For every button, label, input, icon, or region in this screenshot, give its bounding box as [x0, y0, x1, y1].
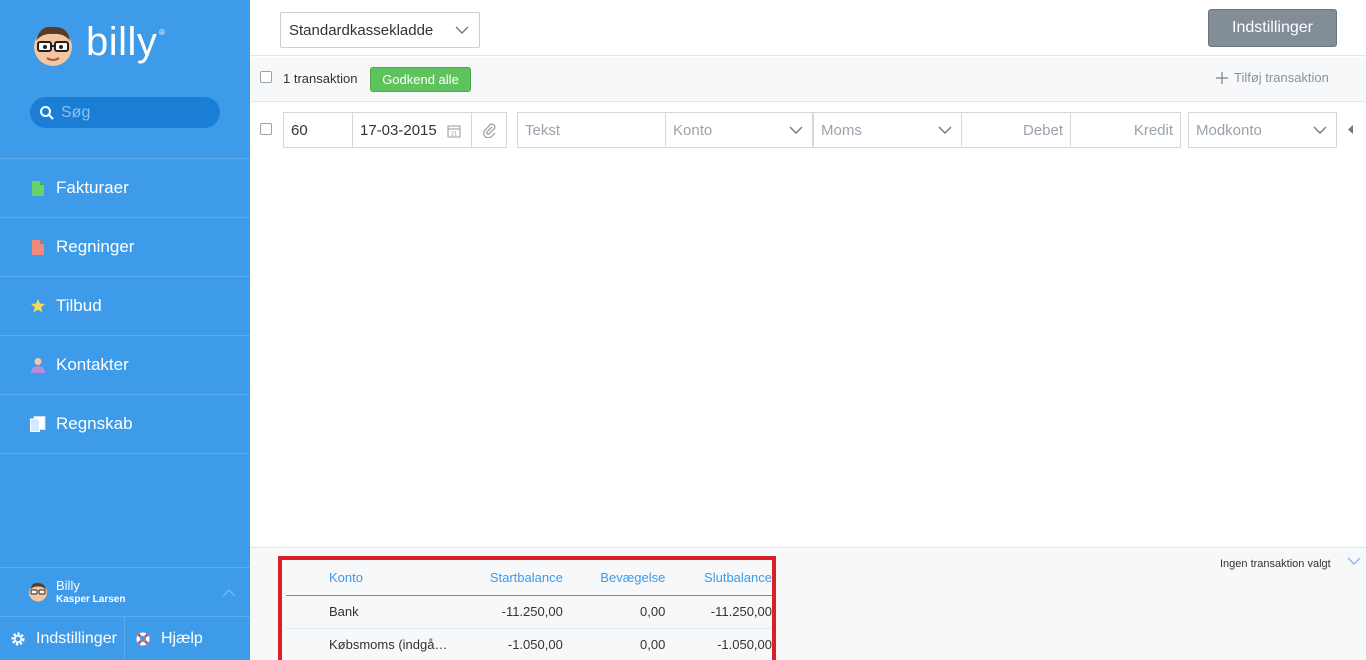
row-checkbox[interactable] — [260, 123, 272, 135]
top-bar: Standardkassekladde Indstillinger — [250, 0, 1366, 56]
billy-logo[interactable]: billy ® — [30, 19, 165, 72]
cell-account: Bank — [286, 595, 481, 629]
user-profile[interactable]: Billy Kasper Larsen — [0, 567, 250, 616]
balance-table: Konto Startbalance Bevægelse Slutbalance… — [286, 560, 772, 660]
ledger-icon — [30, 416, 46, 432]
add-transaction-label: Tilføj transaktion — [1234, 70, 1329, 85]
sidebar-item-label: Tilbud — [56, 296, 102, 315]
sidebar-item-tilbud[interactable]: Tilbud — [0, 277, 250, 336]
chevron-up-icon[interactable] — [222, 588, 236, 598]
table-header-row: Konto Startbalance Bevægelse Slutbalance — [286, 560, 772, 596]
vat-placeholder: Moms — [821, 121, 862, 139]
cell-account: Købsmoms (indgå… — [286, 628, 481, 660]
sidebar-bottom-bar: Indstillinger Hjælp — [0, 616, 250, 660]
text-field[interactable]: Tekst — [517, 112, 666, 148]
date-value: 17-03-2015 — [360, 121, 437, 139]
main-content: Standardkassekladde Indstillinger 1 tran… — [250, 0, 1366, 660]
help-label: Hjælp — [161, 629, 203, 647]
cell-end-balance: -1.050,00 — [665, 628, 772, 660]
chevron-down-icon — [1313, 126, 1327, 134]
sidebar: billy® Fakturaer Regninger Tilbud — [0, 0, 250, 660]
column-header-start-balance[interactable]: Startbalance — [480, 560, 563, 596]
sidebar-item-fakturaer[interactable]: Fakturaer — [0, 159, 250, 218]
sidebar-item-kontakter[interactable]: Kontakter — [0, 336, 250, 395]
chevron-down-icon — [938, 126, 952, 134]
column-header-movement[interactable]: Bevægelse — [562, 560, 666, 596]
balance-table-highlight: Konto Startbalance Bevægelse Slutbalance… — [278, 556, 776, 660]
account-placeholder: Konto — [673, 121, 713, 139]
journal-select-value: Standardkassekladde — [289, 21, 434, 39]
sidebar-nav: Fakturaer Regninger Tilbud Kontakter Reg… — [0, 158, 250, 454]
cell-movement: 0,00 — [562, 628, 666, 660]
search-input[interactable] — [61, 103, 211, 122]
settings-label: Indstillinger — [36, 629, 117, 647]
sidebar-item-label: Kontakter — [56, 355, 129, 374]
sidebar-item-label: Regnskab — [56, 414, 133, 433]
credit-field[interactable]: Kredit — [1070, 112, 1181, 148]
billy-face-icon — [34, 26, 72, 66]
counter-account-select[interactable]: Modkonto — [1188, 112, 1337, 148]
sidebar-item-regninger[interactable]: Regninger — [0, 218, 250, 277]
debit-field[interactable]: Debet — [961, 112, 1071, 148]
avatar — [29, 582, 47, 602]
svg-text:21: 21 — [451, 132, 457, 138]
table-row: Bank -11.250,00 0,00 -11.250,00 — [286, 595, 772, 629]
vat-select[interactable]: Moms — [813, 112, 962, 148]
registered-mark: ® — [159, 27, 166, 37]
add-transaction-button[interactable]: Tilføj transaktion — [1216, 70, 1329, 85]
account-select[interactable]: Konto — [665, 112, 813, 148]
date-field[interactable]: 17-03-2015 21 — [352, 112, 472, 148]
cell-start-balance: -11.250,00 — [480, 595, 563, 629]
transaction-row: 60 17-03-2015 21 Tekst Konto Moms Debet … — [250, 112, 1366, 148]
caret-left-icon[interactable] — [1348, 125, 1354, 134]
approve-all-button[interactable]: Godkend alle — [370, 67, 471, 92]
table-row: Købsmoms (indgå… -1.050,00 0,00 -1.050,0… — [286, 628, 772, 660]
sidebar-item-regnskab[interactable]: Regnskab — [0, 395, 250, 454]
counter-account-placeholder: Modkonto — [1196, 121, 1262, 139]
user-name: Billy — [56, 578, 80, 594]
lifebuoy-icon — [136, 632, 150, 645]
cell-start-balance: -1.050,00 — [480, 628, 563, 660]
gear-icon — [11, 632, 25, 645]
attachment-button[interactable] — [471, 112, 507, 148]
person-icon — [30, 357, 46, 373]
settings-top-button[interactable]: Indstillinger — [1208, 9, 1337, 47]
user-subtitle: Kasper Larsen — [56, 593, 126, 605]
cell-movement: 0,00 — [562, 595, 666, 629]
paperclip-icon — [483, 123, 496, 138]
chevron-down-icon — [789, 126, 803, 134]
logo-text: billy — [86, 19, 158, 64]
journal-select[interactable]: Standardkassekladde — [280, 12, 480, 48]
select-all-checkbox[interactable] — [260, 71, 272, 83]
invoice-icon — [30, 180, 46, 196]
transaction-count: 1 transaktion — [283, 71, 358, 86]
sidebar-item-label: Regninger — [56, 237, 135, 256]
search-box[interactable] — [30, 97, 220, 128]
transaction-toolbar: 1 transaktion Godkend alle Tilføj transa… — [250, 57, 1366, 102]
search-icon — [40, 105, 54, 120]
calendar-icon[interactable]: 21 — [447, 124, 461, 138]
number-field[interactable]: 60 — [283, 112, 353, 148]
no-transaction-label: Ingen transaktion valgt — [1220, 558, 1331, 570]
chevron-down-icon[interactable] — [1347, 556, 1361, 566]
cell-end-balance: -11.250,00 — [665, 595, 772, 629]
bill-icon — [30, 239, 46, 255]
settings-button[interactable]: Indstillinger — [0, 617, 125, 660]
chevron-down-icon — [455, 26, 469, 34]
plus-icon — [1216, 71, 1228, 84]
column-header-end-balance[interactable]: Slutbalance — [665, 560, 772, 596]
star-icon — [30, 298, 46, 314]
sidebar-item-label: Fakturaer — [56, 178, 129, 197]
help-button[interactable]: Hjælp — [125, 617, 203, 660]
column-header-account[interactable]: Konto — [286, 560, 481, 596]
balance-panel: Ingen transaktion valgt Konto Startbalan… — [250, 547, 1366, 660]
